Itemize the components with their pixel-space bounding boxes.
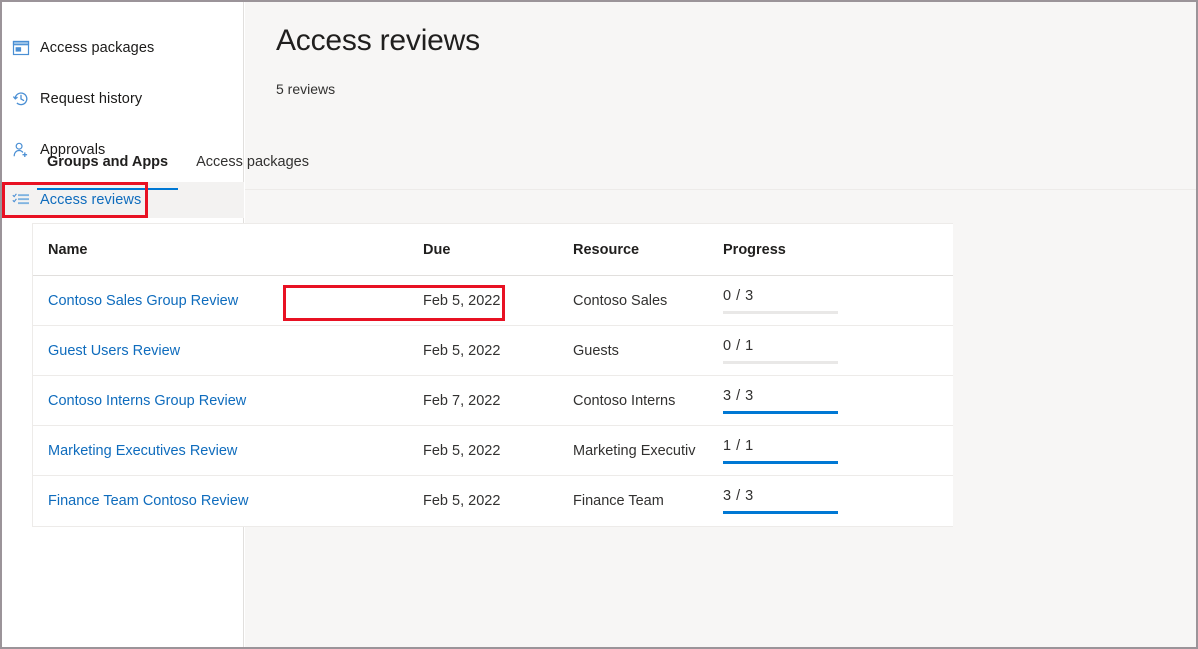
sidebar-item-access-packages[interactable]: Access packages — [2, 30, 244, 66]
table-header-row: Name Due Resource Progress — [33, 224, 953, 276]
page-title: Access reviews — [276, 24, 480, 58]
due-date: Feb 5, 2022 — [423, 293, 563, 309]
cell-due: Feb 5, 2022 — [423, 443, 573, 459]
due-date: Feb 5, 2022 — [423, 443, 563, 459]
progress-label: 1 / 1 — [723, 438, 838, 454]
progress-track — [723, 411, 838, 414]
progress-indicator: 3 / 3 — [723, 488, 838, 514]
review-name-link[interactable]: Finance Team Contoso Review — [48, 493, 248, 509]
sidebar-item-label: Access reviews — [40, 192, 141, 208]
resource-name: Contoso Interns — [573, 393, 713, 409]
column-header-due: Due — [423, 242, 573, 258]
cell-name: Contoso Sales Group Review — [33, 292, 423, 310]
progress-indicator: 0 / 1 — [723, 338, 838, 364]
history-clock-icon — [10, 88, 32, 110]
progress-track — [723, 461, 838, 464]
tab-access-packages[interactable]: Access packages — [182, 154, 323, 190]
checklist-icon — [10, 189, 32, 211]
progress-label: 0 / 3 — [723, 288, 838, 304]
cell-resource: Contoso Sales — [573, 293, 723, 309]
tab-divider — [245, 189, 1196, 190]
access-reviews-table: Name Due Resource Progress Contoso Sales… — [32, 223, 953, 527]
progress-indicator: 3 / 3 — [723, 388, 838, 414]
review-name-link[interactable]: Contoso Interns Group Review — [48, 393, 246, 409]
cell-due: Feb 5, 2022 — [423, 493, 573, 509]
cell-resource: Finance Team — [573, 493, 723, 509]
cell-progress: 0 / 3 — [723, 288, 938, 314]
sidebar-item-request-history[interactable]: Request history — [2, 81, 244, 117]
tab-groups-and-apps[interactable]: Groups and Apps — [33, 154, 182, 190]
progress-indicator: 1 / 1 — [723, 438, 838, 464]
sidebar-item-label: Access packages — [40, 40, 154, 56]
package-icon — [10, 37, 32, 59]
progress-track — [723, 511, 838, 514]
person-add-icon — [10, 139, 32, 161]
review-name-link[interactable]: Guest Users Review — [48, 343, 180, 359]
table-row[interactable]: Guest Users Review Feb 5, 2022 Guests 0 … — [33, 326, 953, 376]
cell-progress: 0 / 1 — [723, 338, 938, 364]
cell-progress: 3 / 3 — [723, 388, 938, 414]
cell-name: Finance Team Contoso Review — [33, 492, 423, 510]
table-row[interactable]: Contoso Sales Group Review Feb 5, 2022 C… — [33, 276, 953, 326]
progress-label: 3 / 3 — [723, 488, 838, 504]
resource-name: Marketing Executiv — [573, 443, 713, 459]
review-name-link[interactable]: Contoso Sales Group Review — [48, 293, 238, 309]
progress-fill — [723, 511, 838, 514]
due-date: Feb 5, 2022 — [423, 493, 563, 509]
progress-fill — [723, 411, 838, 414]
cell-progress: 1 / 1 — [723, 438, 938, 464]
resource-name: Finance Team — [573, 493, 713, 509]
progress-fill — [723, 461, 838, 464]
column-header-resource: Resource — [573, 242, 723, 258]
tab-label: Groups and Apps — [47, 154, 168, 170]
tab-label: Access packages — [196, 154, 309, 170]
cell-due: Feb 5, 2022 — [423, 343, 573, 359]
cell-resource: Marketing Executiv — [573, 443, 723, 459]
progress-track — [723, 361, 838, 364]
progress-label: 3 / 3 — [723, 388, 838, 404]
due-date: Feb 5, 2022 — [423, 343, 563, 359]
table-row[interactable]: Finance Team Contoso Review Feb 5, 2022 … — [33, 476, 953, 526]
due-date: Feb 7, 2022 — [423, 393, 563, 409]
table-row[interactable]: Contoso Interns Group Review Feb 7, 2022… — [33, 376, 953, 426]
app-window: Access packages Request history — [0, 0, 1198, 649]
cell-resource: Contoso Interns — [573, 393, 723, 409]
cell-due: Feb 7, 2022 — [423, 393, 573, 409]
table-row[interactable]: Marketing Executives Review Feb 5, 2022 … — [33, 426, 953, 476]
progress-indicator: 0 / 3 — [723, 288, 838, 314]
progress-track — [723, 311, 838, 314]
review-name-link[interactable]: Marketing Executives Review — [48, 443, 237, 459]
review-count-label: 5 reviews — [276, 81, 335, 97]
cell-name: Contoso Interns Group Review — [33, 392, 423, 410]
progress-label: 0 / 1 — [723, 338, 838, 354]
column-header-name: Name — [33, 242, 423, 258]
cell-progress: 3 / 3 — [723, 488, 938, 514]
resource-name: Guests — [573, 343, 713, 359]
column-header-progress: Progress — [723, 242, 938, 258]
tab-bar: Groups and Apps Access packages — [33, 154, 323, 190]
resource-name: Contoso Sales — [573, 293, 713, 309]
cell-name: Guest Users Review — [33, 342, 423, 360]
cell-due: Feb 5, 2022 — [423, 293, 573, 309]
cell-name: Marketing Executives Review — [33, 442, 423, 460]
sidebar-item-label: Request history — [40, 91, 142, 107]
cell-resource: Guests — [573, 343, 723, 359]
